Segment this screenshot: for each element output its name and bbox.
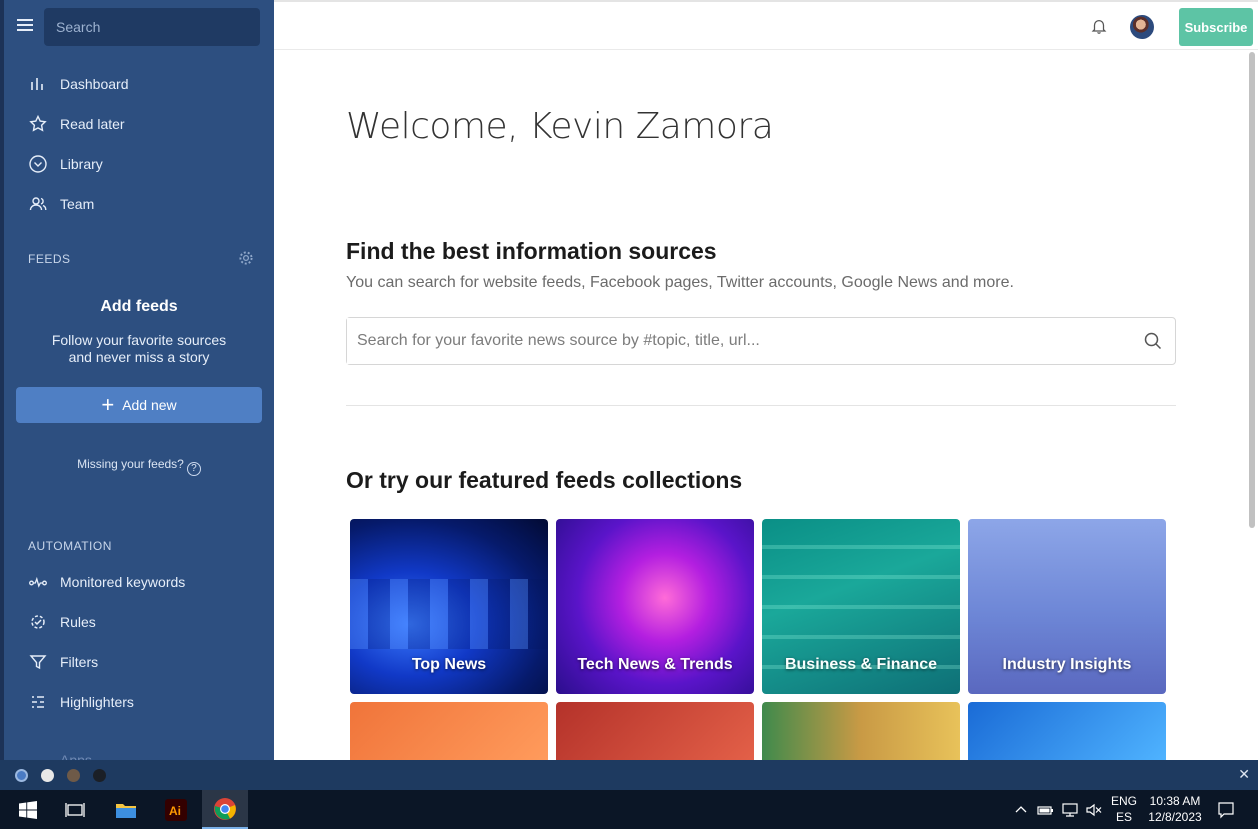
apps-section-label: Apps	[60, 752, 92, 760]
bottom-toolbar: ✕	[0, 760, 1258, 790]
pulse-icon	[29, 576, 47, 588]
missing-feeds-label: Missing your feeds?	[77, 457, 184, 471]
add-feeds-title: Add feeds	[100, 298, 178, 315]
language-code: ENG	[1110, 794, 1137, 808]
automation-section-label: AUTOMATION	[28, 539, 112, 553]
nav-label-highlighters: Highlighters	[60, 694, 134, 710]
nav-label-read-later: Read later	[60, 116, 125, 132]
add-new-button[interactable]: + Add new	[16, 387, 262, 423]
nav-item-filters[interactable]: Filters	[4, 642, 274, 682]
sidebar-search-input[interactable]	[44, 8, 260, 46]
color-dot-blue[interactable]	[15, 769, 28, 782]
nav-item-monitored-keywords[interactable]: Monitored keywords	[4, 562, 274, 602]
bar-chart-icon	[31, 78, 43, 90]
network-icon[interactable]	[1061, 790, 1079, 829]
rules-icon	[31, 615, 45, 629]
nav-item-team[interactable]: Team	[4, 184, 274, 224]
find-sources-title: Find the best information sources	[346, 238, 717, 264]
source-search-input[interactable]	[347, 318, 1137, 364]
collection-tile[interactable]	[556, 702, 754, 760]
taskbar: Ai ENG ES 10:38 AM 12/8/2023	[0, 790, 1258, 829]
add-feeds-description: Follow your favorite sources and never m…	[4, 332, 274, 366]
nav-label-rules: Rules	[60, 614, 96, 630]
collection-label: Industry Insights	[1002, 656, 1132, 673]
nav-item-read-later[interactable]: Read later	[4, 104, 274, 144]
file-explorer-icon[interactable]	[103, 790, 149, 829]
collection-tile-industry-insights[interactable]: Industry Insights	[968, 519, 1166, 694]
welcome-heading: Welcome, Kevin Zamora	[346, 106, 774, 147]
users-icon	[29, 197, 47, 211]
sidebar: Dashboard Read later Library Team FEEDS …	[4, 0, 274, 760]
automation-nav: Monitored keywords Rules Filters Highlig…	[4, 562, 274, 722]
featured-collections-title: Or try our featured feeds collections	[346, 467, 743, 493]
collection-tile-business-finance[interactable]: Business & Finance	[762, 519, 960, 694]
nav-label-team: Team	[60, 196, 95, 212]
volume-muted-icon[interactable]	[1085, 790, 1103, 829]
add-new-label: Add new	[122, 397, 177, 413]
nav-item-highlighters[interactable]: Highlighters	[4, 682, 274, 722]
collection-tile[interactable]	[762, 702, 960, 760]
notifications-icon[interactable]	[1217, 790, 1235, 829]
chevron-circle-icon	[29, 155, 47, 173]
nav-label-dashboard: Dashboard	[60, 76, 129, 92]
chrome-icon[interactable]	[202, 790, 248, 829]
add-feeds-line-1: Follow your favorite sources	[51, 332, 227, 348]
battery-icon[interactable]	[1036, 790, 1054, 829]
search-icon[interactable]	[1143, 331, 1163, 351]
windows-start-icon[interactable]	[5, 790, 51, 829]
system-clock[interactable]: 10:38 AM 12/8/2023	[1140, 793, 1210, 825]
keyboard-layout: ES	[1115, 810, 1132, 824]
collection-label: Tech News & Trends	[577, 656, 733, 673]
svg-text:Ai: Ai	[169, 804, 181, 818]
clock-date: 12/8/2023	[1148, 810, 1202, 824]
color-dot-black[interactable]	[93, 769, 106, 782]
gear-icon[interactable]	[238, 250, 254, 266]
collection-label: Business & Finance	[784, 656, 938, 673]
nav-label-library: Library	[60, 156, 103, 172]
collection-tile-tech-news[interactable]: Tech News & Trends	[556, 519, 754, 694]
collection-tile[interactable]	[968, 702, 1166, 760]
main-nav: Dashboard Read later Library Team	[4, 64, 274, 224]
subscribe-button[interactable]: Subscribe	[1179, 8, 1253, 46]
collection-label: Top News	[411, 656, 487, 673]
collection-tile-top-news[interactable]: Top News	[350, 519, 548, 694]
nav-item-rules[interactable]: Rules	[4, 602, 274, 642]
nav-label-filters: Filters	[60, 654, 99, 670]
star-icon	[29, 114, 47, 132]
source-search-box	[346, 317, 1176, 365]
find-sources-subtitle: You can search for website feeds, Facebo…	[346, 274, 1014, 291]
hamburger-menu-icon[interactable]	[16, 16, 34, 34]
plus-icon: +	[101, 392, 115, 417]
feeds-section-label: FEEDS	[28, 252, 71, 266]
nav-label-monitored-keywords: Monitored keywords	[60, 574, 186, 590]
filter-icon	[29, 655, 47, 670]
close-icon[interactable]: ✕	[1238, 766, 1250, 783]
bell-icon[interactable]	[1090, 17, 1108, 35]
add-feeds-panel: Add feeds Follow your favorite sources a…	[4, 298, 274, 366]
illustrator-icon[interactable]: Ai	[153, 790, 199, 829]
avatar[interactable]	[1130, 15, 1154, 39]
page-scrollbar[interactable]	[1249, 52, 1255, 528]
highlighter-icon	[32, 696, 44, 708]
color-dot-white[interactable]	[41, 769, 54, 782]
section-divider	[346, 405, 1176, 406]
top-bar: Subscribe	[274, 0, 1258, 50]
collection-tile[interactable]	[350, 702, 548, 760]
nav-item-dashboard[interactable]: Dashboard	[4, 64, 274, 104]
task-view-icon[interactable]	[52, 790, 98, 829]
help-icon[interactable]: ?	[186, 462, 201, 476]
add-feeds-line-2: and never miss a story	[68, 349, 210, 365]
missing-feeds-link[interactable]: Missing your feeds??	[4, 457, 274, 476]
color-dot-brown[interactable]	[67, 769, 80, 782]
nav-item-library[interactable]: Library	[4, 144, 274, 184]
input-language-indicator[interactable]: ENG ES	[1108, 793, 1140, 825]
sidebar-header	[4, 0, 274, 54]
tray-chevron-up-icon[interactable]	[1014, 790, 1028, 829]
clock-time: 10:38 AM	[1149, 794, 1201, 808]
